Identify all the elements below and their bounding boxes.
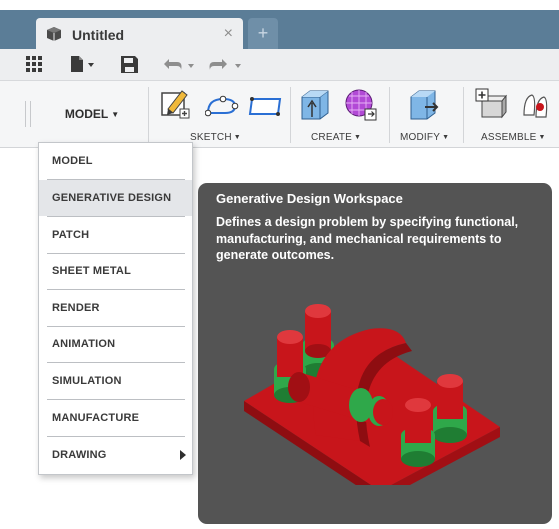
workspace-switcher-label: MODEL [64, 107, 109, 121]
document-cube-icon [46, 26, 62, 47]
ribbon-divider [463, 87, 464, 143]
menu-item-animation[interactable]: ANIMATION [39, 326, 192, 362]
workspace-switcher-button[interactable]: MODEL ▼ [40, 107, 144, 127]
modify-label-text: MODIFY [400, 132, 441, 143]
menu-item-label: MANUFACTURE [52, 412, 140, 424]
document-tab-title: Untitled [72, 27, 125, 43]
menu-item-patch[interactable]: PATCH [39, 217, 192, 253]
menu-item-model[interactable]: MODEL [39, 143, 192, 179]
tab-close-icon[interactable]: × [224, 25, 233, 43]
window-top-strip [0, 0, 559, 10]
quick-access-toolbar [0, 49, 559, 81]
menu-item-render[interactable]: RENDER [39, 290, 192, 326]
ribbon-toolbar: MODEL ▼ SKETCH ▼ CREATE ▼ MODIFY ▼ ASSEM… [0, 81, 559, 148]
menu-item-sheet-metal[interactable]: SHEET METAL [39, 253, 192, 289]
chevron-down-icon: ▼ [442, 133, 450, 141]
menu-item-label: ANIMATION [52, 338, 116, 350]
workspace-tooltip: Generative Design Workspace Defines a de… [198, 183, 552, 524]
file-icon[interactable] [70, 54, 94, 74]
document-tab[interactable]: Untitled × [36, 18, 243, 50]
tooltip-title: Generative Design Workspace [216, 191, 403, 206]
extrude-icon[interactable] [298, 87, 332, 128]
spline-icon[interactable] [204, 87, 241, 126]
undo-icon[interactable] [163, 54, 195, 74]
menu-item-label: DRAWING [52, 449, 107, 461]
press-pull-icon[interactable] [407, 87, 441, 128]
create-group-label[interactable]: CREATE ▼ [311, 132, 361, 143]
rectangle-icon[interactable] [248, 87, 284, 126]
mesh-sphere-icon[interactable] [343, 87, 379, 128]
redo-icon[interactable] [209, 54, 243, 74]
create-label-text: CREATE [311, 132, 353, 143]
sketch-label-text: SKETCH [190, 132, 232, 143]
menu-item-drawing[interactable]: DRAWING [39, 437, 192, 473]
ribbon-divider [389, 87, 390, 143]
create-sketch-icon[interactable] [160, 87, 192, 126]
new-component-icon[interactable] [474, 87, 508, 128]
menu-item-label: SIMULATION [52, 375, 122, 387]
tooltip-description: Defines a design problem by specifying f… [216, 215, 519, 262]
generative-design-preview-image [230, 285, 510, 501]
ribbon-divider [148, 87, 149, 143]
save-icon[interactable] [121, 54, 138, 74]
menu-item-label: MODEL [52, 155, 93, 167]
grid-icon[interactable] [26, 54, 42, 74]
sketch-group-label[interactable]: SKETCH ▼ [190, 132, 241, 143]
new-tab-button[interactable]: + [248, 18, 278, 49]
joint-icon[interactable] [518, 87, 558, 128]
menu-item-label: PATCH [52, 229, 90, 241]
chevron-down-icon: ▼ [354, 133, 362, 141]
menu-item-label: SHEET METAL [52, 265, 131, 277]
ribbon-divider [290, 87, 291, 143]
menu-item-label: GENERATIVE DESIGN [52, 192, 172, 204]
menu-item-label: RENDER [52, 302, 100, 314]
menu-item-generative-design[interactable]: GENERATIVE DESIGN [39, 180, 192, 216]
modify-group-label[interactable]: MODIFY ▼ [400, 132, 449, 143]
assemble-label-text: ASSEMBLE [481, 132, 537, 143]
submenu-arrow-icon [180, 450, 186, 460]
menu-item-manufacture[interactable]: MANUFACTURE [39, 400, 192, 436]
ribbon-grip-handle[interactable] [25, 101, 31, 127]
chevron-down-icon: ▼ [538, 133, 546, 141]
chevron-down-icon: ▼ [111, 110, 120, 120]
workspace-dropdown-menu: MODEL GENERATIVE DESIGN PATCH SHEET META… [38, 142, 193, 475]
chevron-down-icon: ▼ [233, 133, 241, 141]
assemble-group-label[interactable]: ASSEMBLE ▼ [481, 132, 546, 143]
menu-item-simulation[interactable]: SIMULATION [39, 363, 192, 399]
